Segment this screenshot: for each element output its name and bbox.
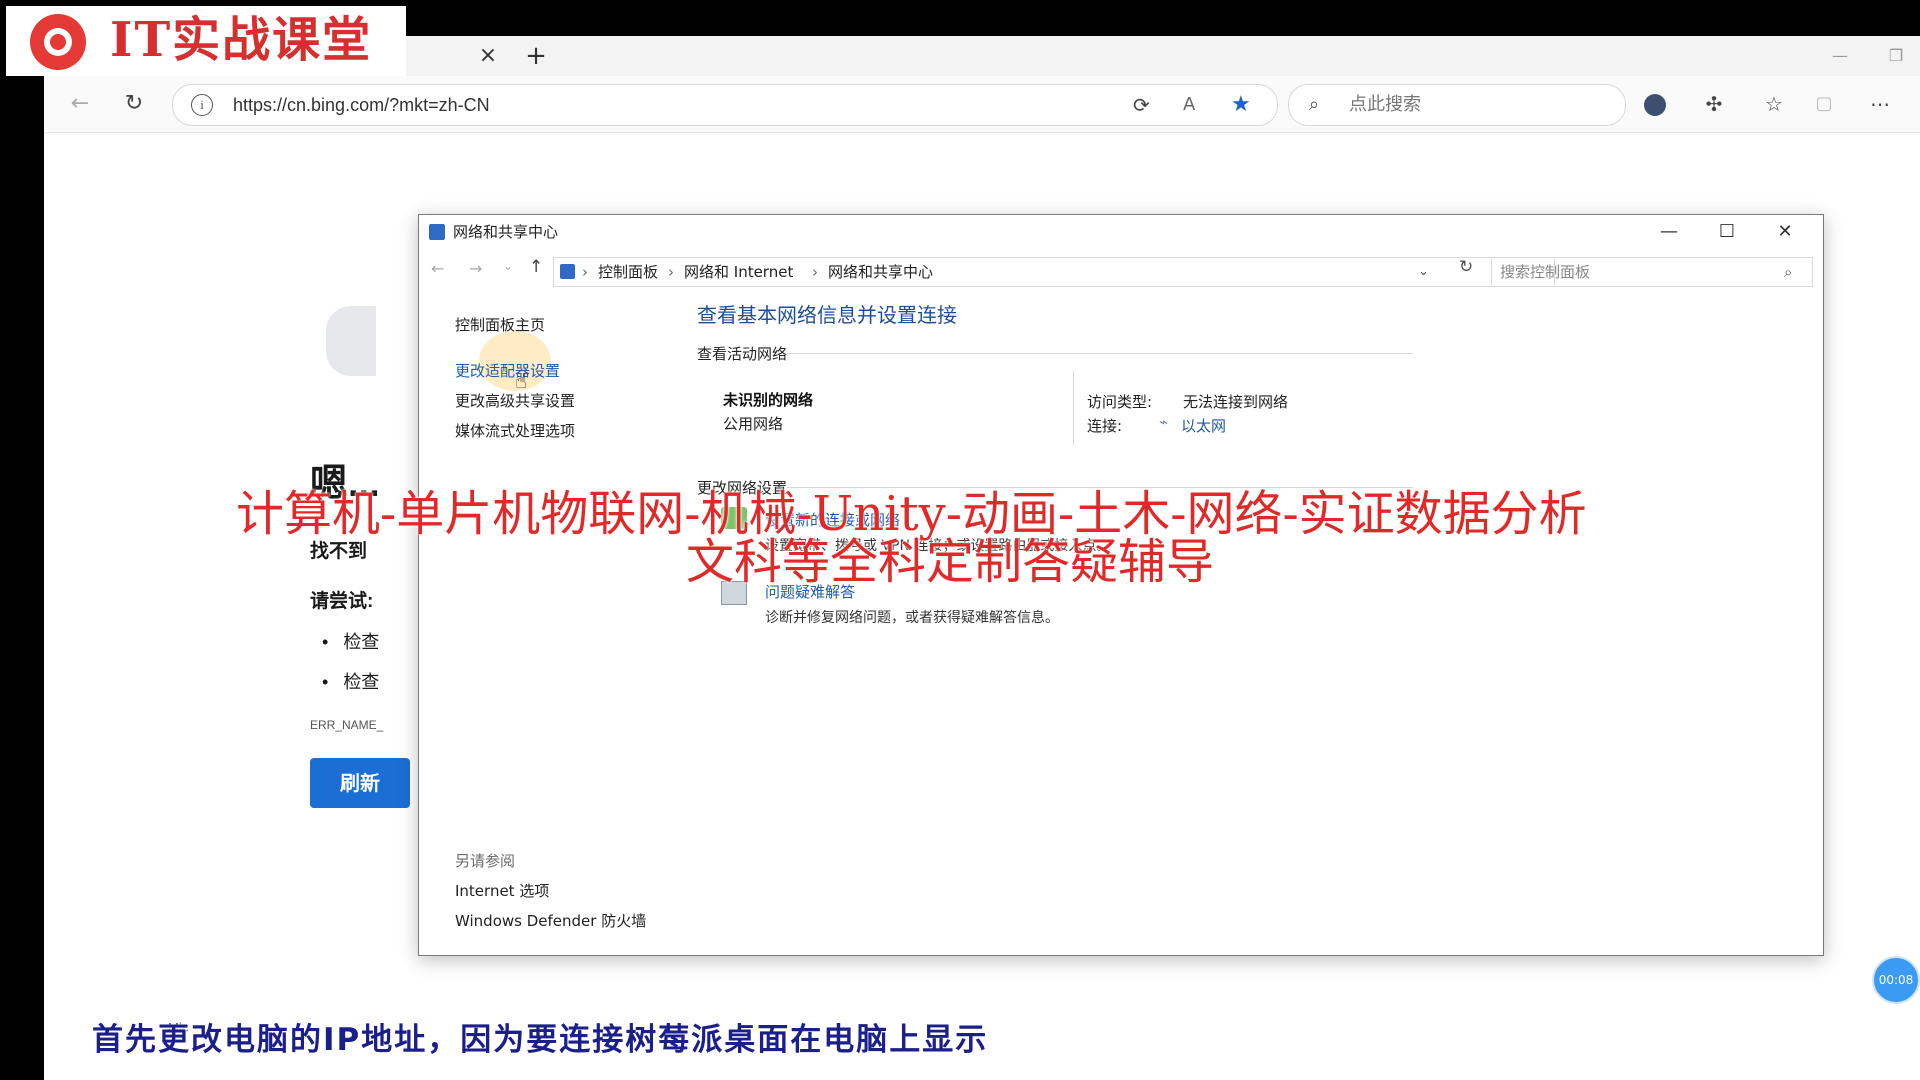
overlay-ad-line2: 文科等全科定制答疑辅导	[686, 534, 1215, 590]
network-name: 未识别的网络	[723, 391, 814, 409]
search-icon: ⌕	[1309, 94, 1320, 115]
see-also-internet-options[interactable]: Internet 选项	[455, 881, 549, 901]
close-button[interactable]: ✕	[1757, 215, 1813, 249]
bullet-text: 检查	[343, 632, 380, 652]
breadcrumb-item[interactable]: 控制面板	[598, 258, 658, 286]
sidebar-item-media-streaming[interactable]: 媒体流式处理选项	[455, 421, 575, 441]
network-type[interactable]: 公用网络	[723, 413, 783, 434]
see-also-firewall[interactable]: Windows Defender 防火墙	[455, 911, 646, 931]
connection-label: 连接:	[1087, 417, 1123, 435]
favorite-star-icon[interactable]: ★	[1231, 85, 1251, 125]
breadcrumb-item[interactable]: 网络和 Internet	[684, 258, 793, 286]
window-title: 网络和共享中心	[453, 223, 559, 241]
ethernet-link[interactable]: 以太网	[1181, 415, 1226, 436]
see-also-label: 另请参阅	[455, 852, 516, 870]
close-tab-button[interactable]: ×	[468, 36, 508, 76]
breadcrumb[interactable]: › 控制面板 › 网络和 Internet › 网络和共享中心 ⌄	[553, 257, 1555, 287]
ethernet-icon: ⌁	[1159, 413, 1169, 431]
troubleshoot-desc: 诊断并修复网络问题，或者获得疑难解答信息。	[765, 610, 1059, 626]
channel-logo: IT实战课堂	[6, 6, 406, 76]
recording-timer[interactable]: 00:08	[1872, 956, 1920, 1004]
address-bar[interactable]: i https://cn.bing.com/?mkt=zh-CN ⟳ A ★	[172, 84, 1278, 126]
sidebar-item-adapter[interactable]: 更改适配器设置	[455, 361, 560, 381]
chevron-right-icon: ›	[582, 263, 588, 281]
address-bar-row: ← ↻ i https://cn.bing.com/?mkt=zh-CN ⟳ A…	[44, 76, 1920, 133]
copilot-icon[interactable]	[1644, 94, 1666, 116]
chevron-down-icon[interactable]: ⌄	[1418, 258, 1429, 286]
chevron-down-icon[interactable]: ⌄	[503, 259, 513, 273]
maximize-button[interactable]: ☐	[1699, 215, 1755, 249]
breadcrumb-item[interactable]: 网络和共享中心	[828, 258, 933, 286]
access-type-value: 无法连接到网络	[1183, 393, 1289, 411]
minimize-button[interactable]: —	[1641, 215, 1697, 249]
sync-icon[interactable]: ⟳	[1133, 85, 1150, 125]
access-type-label: 访问类型:	[1087, 393, 1153, 411]
search-icon: ⌕	[1784, 263, 1793, 281]
logo-text: IT实战课堂	[110, 12, 373, 68]
page-heading: 查看基本网络信息并设置连接	[697, 303, 957, 327]
chevron-right-icon: ›	[812, 263, 818, 281]
search-placeholder[interactable]: 搜索控制面板	[1500, 258, 1590, 286]
active-network-section: 查看活动网络	[697, 345, 788, 363]
hand-cursor-icon: ☝	[515, 369, 528, 393]
video-subtitle: 首先更改电脑的IP地址，因为要连接树莓派桌面在电脑上显示	[92, 1022, 989, 1058]
up-icon[interactable]: ↑	[529, 257, 543, 277]
extensions-icon[interactable]: ✣	[1694, 84, 1734, 124]
cloud-illustration	[326, 306, 376, 376]
divider	[1073, 371, 1074, 445]
bullet-item: • 检查	[322, 672, 380, 692]
divider	[787, 353, 1413, 354]
collections-icon[interactable]: ▢	[1804, 84, 1844, 124]
more-icon[interactable]: ⋯	[1860, 84, 1900, 124]
info-icon[interactable]: i	[191, 94, 213, 116]
new-tab-button[interactable]: +	[516, 36, 556, 76]
search-placeholder[interactable]: 点此搜索	[1349, 85, 1421, 125]
refresh-icon[interactable]: ↻	[114, 84, 154, 124]
bullet-text: 检查	[343, 672, 380, 692]
url-text[interactable]: https://cn.bing.com/?mkt=zh-CN	[233, 85, 490, 125]
page-refresh-button[interactable]: 刷新	[310, 758, 410, 808]
browser-search-box[interactable]: ⌕ 点此搜索	[1288, 84, 1626, 126]
control-panel-search[interactable]: 搜索控制面板 ⌕	[1491, 257, 1813, 287]
sidebar-item-advanced-sharing[interactable]: 更改高级共享设置	[455, 391, 575, 411]
restore-browser-icon[interactable]: ❐	[1876, 36, 1916, 76]
favorites-icon[interactable]: ☆	[1754, 84, 1794, 124]
refresh-icon[interactable]: ↻	[1459, 257, 1473, 277]
error-code: ERR_NAME_	[310, 718, 384, 732]
back-icon[interactable]: ←	[60, 84, 100, 124]
bullet-item: • 检查	[322, 632, 380, 652]
chevron-right-icon: ›	[668, 263, 674, 281]
back-icon[interactable]: ←	[431, 259, 444, 278]
forward-icon[interactable]: →	[469, 259, 482, 278]
logo-icon	[30, 14, 86, 70]
try-label: 请尝试:	[310, 591, 374, 612]
sidebar-home[interactable]: 控制面板主页	[455, 315, 545, 335]
network-icon	[429, 224, 445, 240]
minimize-browser-icon[interactable]: —	[1820, 36, 1860, 76]
read-aloud-icon[interactable]: A	[1183, 85, 1195, 125]
network-icon	[560, 264, 575, 279]
